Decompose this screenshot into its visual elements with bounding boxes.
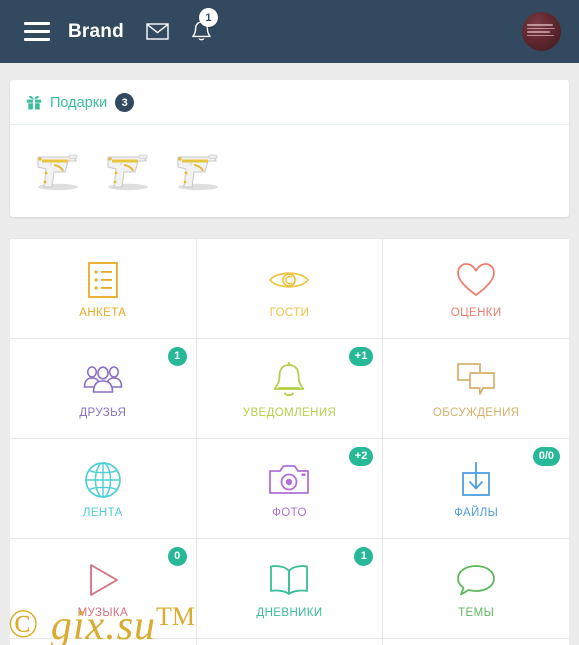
tile-dnevniki[interactable]: 1 Дневники xyxy=(196,539,383,638)
avatar-line xyxy=(527,34,554,36)
tile-gosti[interactable]: Гости xyxy=(196,239,383,338)
tile-next-row-partial[interactable]: 0 xyxy=(196,639,383,645)
tile-muzyka[interactable]: 0 Музыка xyxy=(10,539,196,638)
app-root: Brand 1 Подарки 3 АНКЕТА ГОСТИ ОЦЕНКИ 1 … xyxy=(0,0,579,645)
tile-label: Дневники xyxy=(256,606,323,619)
hamburger-bar xyxy=(24,38,50,41)
tile-label: Обсуждения xyxy=(432,406,520,419)
people-icon xyxy=(80,359,126,401)
bell-icon xyxy=(272,359,306,401)
tile-label: Лента xyxy=(82,506,123,519)
tile-label: Темы xyxy=(458,606,495,619)
tile-badge: 0 xyxy=(167,547,187,566)
mail-icon[interactable] xyxy=(146,23,169,40)
heart-icon xyxy=(455,259,497,301)
tile-foto[interactable]: +2 Фото xyxy=(196,439,383,538)
tile-label: Уведомления xyxy=(242,406,337,419)
hamburger-bar xyxy=(24,30,50,33)
avatar-line xyxy=(527,24,553,26)
tile-badge: 0/0 xyxy=(532,447,560,466)
tile-lenta[interactable]: Лента xyxy=(10,439,196,538)
tile-label: Фото xyxy=(272,506,307,519)
tile-badge: 1 xyxy=(167,347,187,366)
avatar-image-lines xyxy=(527,24,556,36)
notifications-bell-icon[interactable]: 1 xyxy=(191,8,218,43)
brand-title[interactable]: Brand xyxy=(68,21,124,43)
tile-ocenki[interactable]: Оценки xyxy=(383,239,569,338)
hamburger-bar xyxy=(24,22,50,25)
bell-badge-count: 1 xyxy=(198,8,218,27)
tile-label: Анкета xyxy=(79,306,127,319)
gifts-thumbnail-strip xyxy=(10,125,569,217)
tile-fayly[interactable]: 0/0 Файлы xyxy=(383,439,569,538)
tile-label: Файлы xyxy=(454,506,499,519)
book-icon xyxy=(267,559,311,601)
avatar-line xyxy=(527,31,551,33)
gifts-card: Подарки 3 xyxy=(10,80,569,217)
form-list-icon xyxy=(85,259,121,301)
tile-badge: +1 xyxy=(348,347,374,366)
tile-next-row-partial[interactable] xyxy=(383,639,569,645)
eye-icon xyxy=(267,259,311,301)
user-avatar[interactable] xyxy=(522,12,561,51)
navigation-tiles-grid: Анкета Гости xyxy=(10,238,569,645)
hamburger-menu-icon[interactable] xyxy=(24,22,50,41)
tile-label: Гости xyxy=(269,306,310,319)
tile-badge: +2 xyxy=(348,447,374,466)
gifts-card-header[interactable]: Подарки 3 xyxy=(10,80,569,125)
page-content: Подарки 3 АНКЕТА ГОСТИ ОЦЕНКИ 1 ДРУЗЬЯ +… xyxy=(0,63,579,645)
top-navigation-bar: Brand 1 xyxy=(0,0,579,63)
tile-obsuzhdeniya[interactable]: Обсуждения xyxy=(383,339,569,438)
gifts-count-badge: 3 xyxy=(115,93,135,112)
tile-label: Оценки xyxy=(450,306,502,319)
tile-label: Музыка xyxy=(77,606,129,619)
speech-bubble-icon xyxy=(455,559,497,601)
gift-thumbnail[interactable] xyxy=(94,135,158,199)
tile-temy[interactable]: Темы xyxy=(383,539,569,638)
download-box-icon xyxy=(456,459,496,501)
tile-badge: 1 xyxy=(354,547,374,566)
tile-next-row-partial[interactable]: 48 xyxy=(10,639,196,645)
tile-uvedomleniya[interactable]: +1 Уведомления xyxy=(196,339,383,438)
avatar-line xyxy=(527,27,555,29)
gift-icon xyxy=(26,95,42,110)
gift-thumbnail[interactable] xyxy=(164,135,228,199)
gifts-title: Подарки xyxy=(50,94,108,111)
globe-icon xyxy=(83,459,123,501)
gift-thumbnail[interactable] xyxy=(24,135,88,199)
play-icon xyxy=(84,559,122,601)
tile-anketa[interactable]: Анкета xyxy=(10,239,196,338)
chat-boxes-icon xyxy=(454,359,498,401)
tile-label: Друзья xyxy=(79,406,127,419)
camera-icon xyxy=(267,459,311,501)
tile-druzya[interactable]: 1 Друзья xyxy=(10,339,196,438)
